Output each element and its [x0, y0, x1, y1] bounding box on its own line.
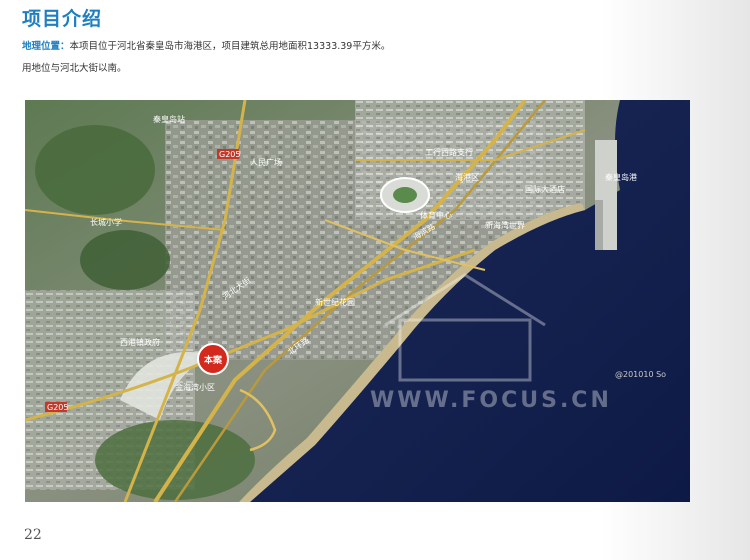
page-title: 项目介绍: [22, 8, 103, 30]
map-label: G205: [47, 403, 68, 412]
site-marker-label: 本案: [204, 354, 223, 366]
map-label: 秦皇岛港: [605, 172, 637, 182]
green-park: [35, 125, 155, 215]
page-number: 22: [24, 527, 42, 543]
map-label: 国际大酒店: [525, 184, 565, 194]
stadium-field: [393, 187, 417, 203]
project-site-marker: 本案: [197, 343, 229, 375]
location-label: 地理位置：: [22, 41, 70, 52]
map-label: 体育中心: [420, 210, 452, 220]
harbor-dock: [595, 200, 603, 250]
brochure-page: 项目介绍 地理位置：本项目位于河北省秦皇岛市海港区，项目建筑总用地面积13333…: [0, 0, 750, 560]
green-belt: [95, 420, 255, 500]
location-text: 本项目位于河北省秦皇岛市海港区，项目建筑总用地面积13333.39平方米。: [69, 41, 391, 52]
location-description: 地理位置：本项目位于河北省秦皇岛市海港区，项目建筑总用地面积13333.39平方…: [22, 38, 390, 52]
map-label: G205: [219, 150, 240, 159]
map-label: 长城小学: [90, 217, 122, 227]
satellite-map: WWW.FOCUS.CN @201010 So 秦皇岛站 G205 人民广场 工…: [25, 100, 690, 502]
map-label: 秦皇岛站: [153, 114, 185, 124]
map-label: 海港区: [455, 172, 479, 182]
location-description-line2: 用地位与河北大街以南。: [22, 63, 127, 74]
map-copyright: @201010 So: [615, 370, 666, 379]
map-label: 人民广场: [250, 157, 282, 167]
green-hill: [80, 230, 170, 290]
map-label: 金海湾小区: [175, 382, 215, 392]
watermark-text: WWW.FOCUS.CN: [370, 388, 612, 413]
map-label: 西港镇政府: [120, 337, 160, 347]
map-label: 新世纪花园: [315, 297, 355, 307]
map-label: 工行西路支行: [425, 147, 473, 157]
map-label: 新海湾世界: [485, 220, 525, 230]
